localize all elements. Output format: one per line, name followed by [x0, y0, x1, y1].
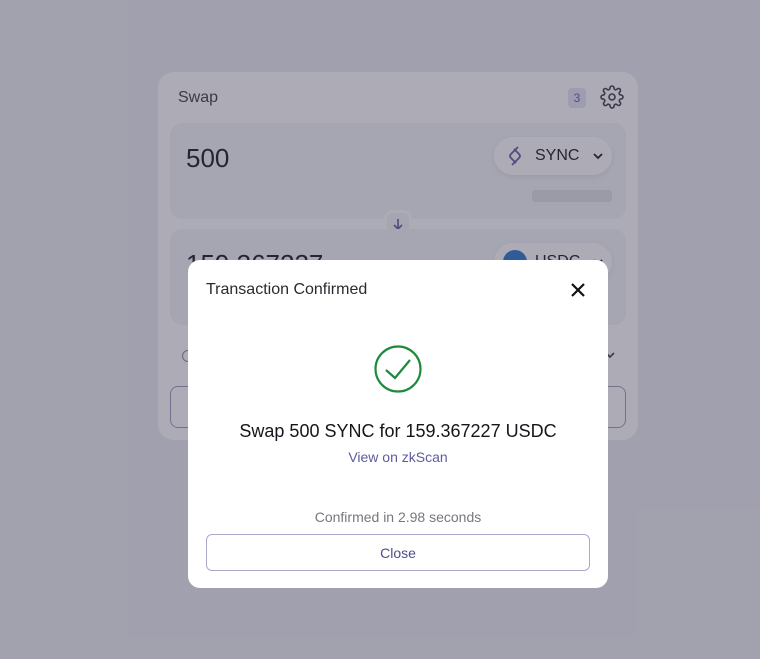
confirmation-time: Confirmed in 2.98 seconds: [314, 509, 482, 525]
close-button[interactable]: Close: [206, 534, 590, 571]
modal-title: Transaction Confirmed: [206, 281, 368, 298]
close-icon[interactable]: [568, 280, 588, 300]
swap-summary: Swap 500 SYNC for 159.367227 USDC: [239, 421, 557, 441]
transaction-confirmed-modal: Transaction Confirmed Swap 500 SYNC for …: [188, 260, 608, 588]
check-circle-icon: [374, 345, 422, 393]
view-on-zkscan-link[interactable]: View on zkScan: [188, 449, 608, 465]
